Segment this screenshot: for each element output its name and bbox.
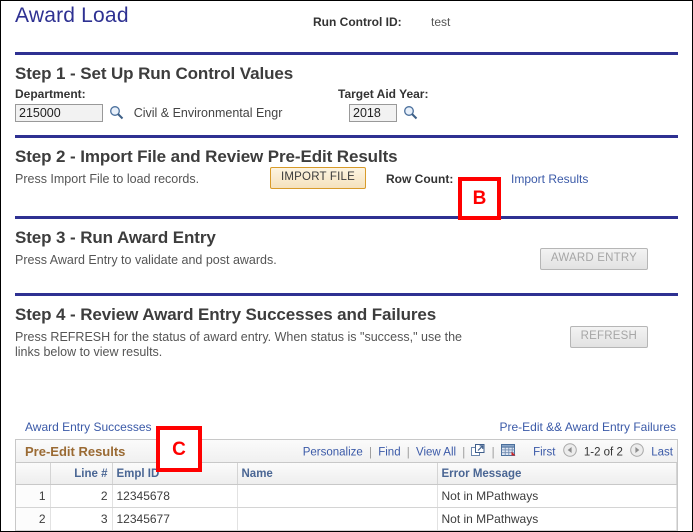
step-4-section: Step 4 - Review Award Entry Successes an… [15,305,678,378]
refresh-button[interactable]: REFRESH [569,326,648,348]
divider-4 [15,293,678,296]
divider-3 [15,216,678,219]
step-2-instruction: Press Import File to load records. [15,172,200,186]
prev-arrow-icon[interactable] [562,443,577,460]
pre-edit-results-grid: Pre-Edit Results Personalize | Find | Vi… [15,439,678,531]
view-all-link[interactable]: View All [416,447,456,459]
page-content: Award Load Run Control ID: test Step 1 -… [1,1,692,531]
department-label: Department: [15,87,86,101]
find-link[interactable]: Find [378,447,400,459]
magnifier-icon[interactable] [403,105,418,120]
run-control-id-label: Run Control ID: [313,15,402,29]
cell-error-message: Not in MPathways [437,484,677,508]
divider-1 [15,52,678,55]
table-row[interactable]: 2 3 12345677 Not in MPathways [16,507,677,531]
step-2-section: Step 2 - Import File and Review Pre-Edit… [15,147,678,216]
column-header-error-message[interactable]: Error Message [437,463,677,485]
magnifier-icon[interactable] [109,105,124,120]
step-1-title: Step 1 - Set Up Run Control Values [15,64,294,83]
import-results-link[interactable]: Import Results [511,172,588,186]
results-links-row: Award Entry Successes Pre-Edit && Award … [15,417,678,439]
column-header-index[interactable] [16,463,51,485]
step-3-title: Step 3 - Run Award Entry [15,228,216,247]
pre-edit-results-table: Line # Empl ID Name Error Message 1 2 12… [16,463,677,531]
target-aid-year-input[interactable] [349,104,397,122]
table-header-row: Line # Empl ID Name Error Message [16,463,677,485]
award-load-page: Award Load Run Control ID: test Step 1 -… [0,0,693,532]
column-header-line[interactable]: Line # [50,463,113,485]
cell-name [237,507,438,531]
page-header: Award Load Run Control ID: test [15,1,678,41]
download-spreadsheet-icon[interactable] [500,443,516,460]
toolbar-separator: | [369,446,373,459]
pre-edit-award-entry-failures-link[interactable]: Pre-Edit && Award Entry Failures [499,420,676,434]
run-control-id-value: test [431,15,451,29]
pager-count: 1-2 of 2 [583,446,623,459]
table-row[interactable]: 1 2 12345678 Not in MPathways [16,484,677,508]
grid-toolbar: Personalize | Find | View All | | First … [303,443,673,461]
target-aid-year-label: Target Aid Year: [338,87,429,101]
cell-empl-id: 12345678 [112,484,238,508]
expand-window-icon[interactable] [471,443,485,460]
department-input[interactable] [15,104,103,122]
toolbar-separator: | [406,446,410,459]
last-page-link[interactable]: Last [651,447,673,459]
step-4-title: Step 4 - Review Award Entry Successes an… [15,305,437,324]
cell-name [237,484,438,508]
results-area: Award Entry Successes Pre-Edit && Award … [15,417,678,531]
cell-line: 3 [50,507,113,531]
grid-pager: First 1-2 of 2 Last [533,443,673,461]
row-count-label: Row Count: [386,172,454,186]
department-description: Civil & Environmental Engr [133,106,283,120]
step-1-section: Step 1 - Set Up Run Control Values Depar… [15,64,678,135]
cell-line: 2 [50,484,113,508]
first-page-link[interactable]: First [533,447,555,459]
personalize-link[interactable]: Personalize [303,447,363,459]
step-3-section: Step 3 - Run Award Entry Press Award Ent… [15,228,678,293]
annotation-badge-b: B [458,177,501,220]
step-3-instruction: Press Award Entry to validate and post a… [15,253,277,267]
grid-caption: Pre-Edit Results [25,444,126,459]
annotation-badge-c: C [156,426,202,472]
page-title: Award Load [15,4,129,27]
row-index: 2 [16,507,51,531]
cell-error-message: Not in MPathways [437,507,677,531]
grid-header-bar: Pre-Edit Results Personalize | Find | Vi… [16,440,677,463]
row-index: 1 [16,484,51,508]
toolbar-separator: | [462,446,466,459]
cell-empl-id: 12345677 [112,507,238,531]
import-file-button[interactable]: IMPORT FILE [270,167,366,189]
step-4-instruction: Press REFRESH for the status of award en… [15,330,463,359]
step-2-title: Step 2 - Import File and Review Pre-Edit… [15,147,398,166]
award-entry-successes-link[interactable]: Award Entry Successes [25,420,152,434]
next-arrow-icon[interactable] [630,443,644,460]
toolbar-separator: | [491,446,495,459]
award-entry-button[interactable]: AWARD ENTRY [539,248,648,270]
divider-2 [15,135,678,138]
column-header-name[interactable]: Name [237,463,438,485]
